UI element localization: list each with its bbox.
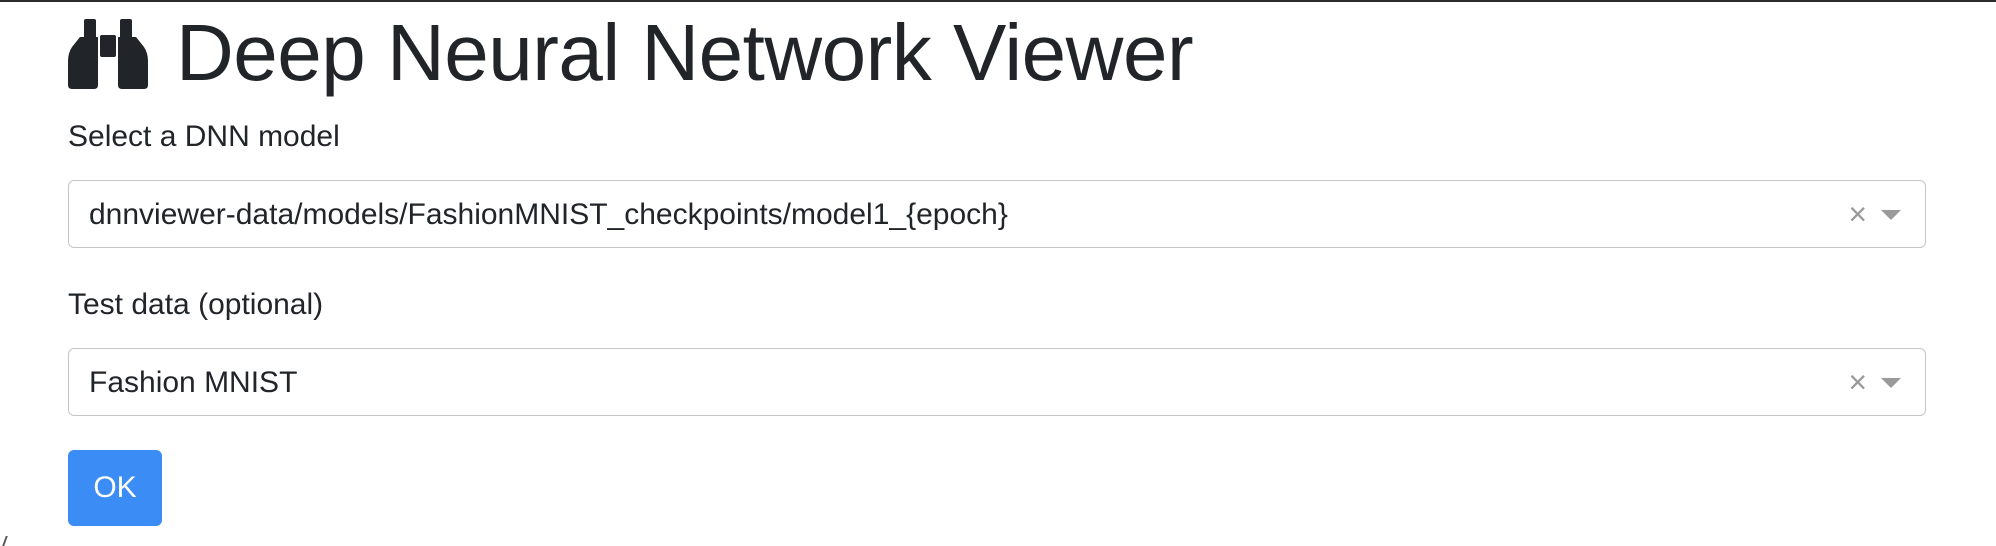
corner-mark bbox=[2, 536, 8, 546]
test-data-select[interactable]: Fashion MNIST × bbox=[68, 348, 1926, 416]
clear-icon[interactable]: × bbox=[1848, 349, 1867, 417]
model-select[interactable]: dnnviewer-data/models/FashionMNIST_check… bbox=[68, 180, 1926, 248]
chevron-down-icon[interactable] bbox=[1881, 378, 1901, 388]
model-select-value: dnnviewer-data/models/FashionMNIST_check… bbox=[89, 198, 1008, 231]
page-header: Deep Neural Network Viewer bbox=[68, 8, 1194, 98]
binoculars-icon bbox=[68, 19, 148, 89]
ok-button[interactable]: OK bbox=[68, 450, 162, 526]
model-select-label: Select a DNN model bbox=[68, 120, 340, 153]
clear-icon[interactable]: × bbox=[1848, 181, 1867, 249]
test-data-select-value: Fashion MNIST bbox=[89, 366, 298, 399]
window-top-border bbox=[0, 0, 1996, 2]
page-title: Deep Neural Network Viewer bbox=[176, 8, 1194, 97]
chevron-down-icon[interactable] bbox=[1881, 210, 1901, 220]
test-data-select-label: Test data (optional) bbox=[68, 288, 324, 321]
